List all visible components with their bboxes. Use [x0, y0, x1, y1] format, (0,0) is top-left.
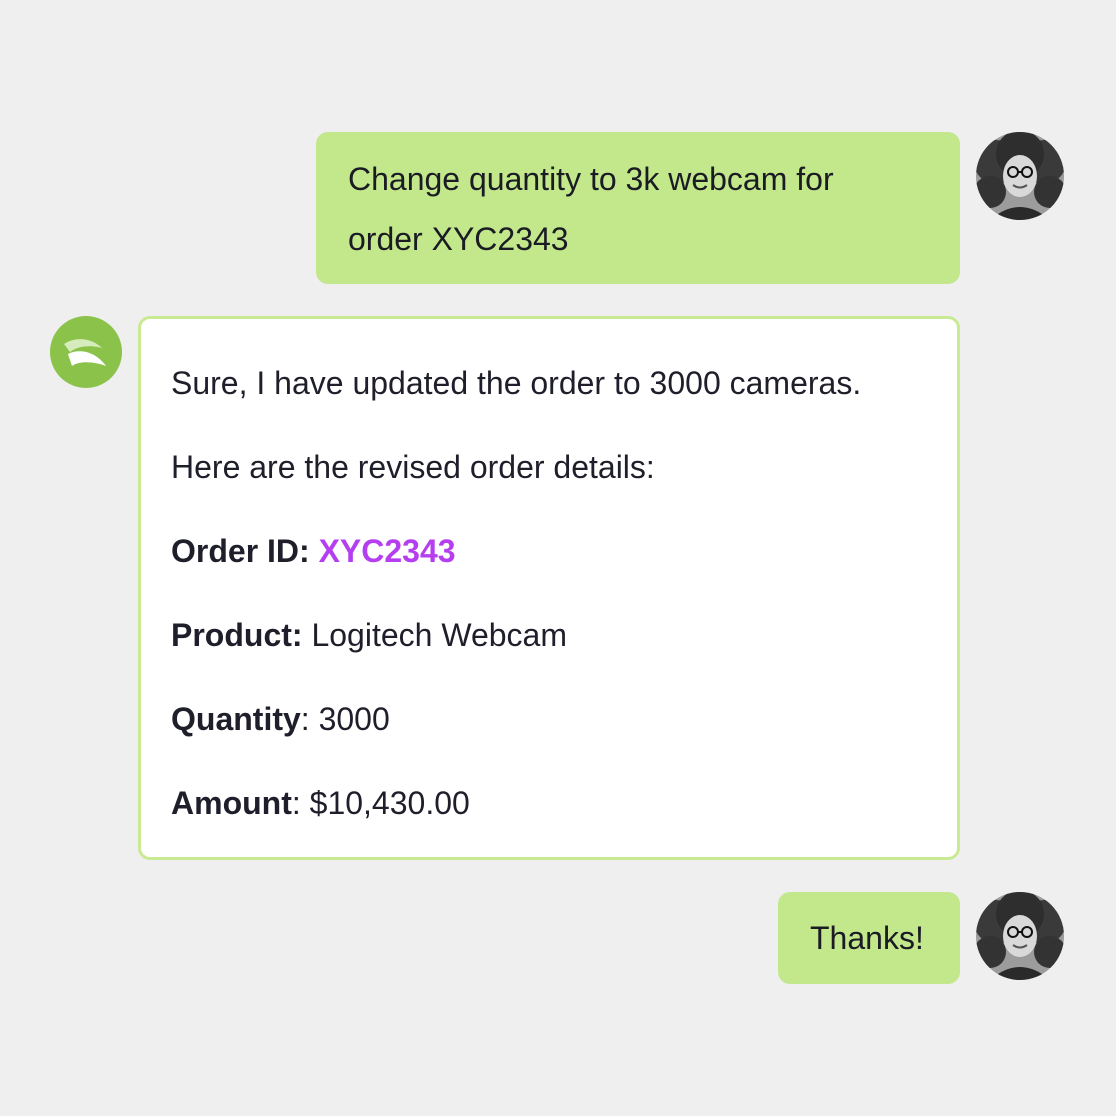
product-row: Product: Logitech Webcam [171, 605, 957, 689]
user-avatar-icon [976, 892, 1064, 980]
bot-logo-icon [50, 316, 122, 388]
quantity-row: Quantity: 3000 [171, 689, 957, 773]
order-id-row: Order ID: XYC2343 [171, 521, 957, 605]
bot-details-heading: Here are the revised order details: [171, 449, 655, 485]
order-id-label: Order ID: [171, 533, 310, 569]
user-message-line: Change quantity to 3k webcam for [348, 161, 834, 197]
order-id-value: XYC2343 [318, 533, 456, 569]
user-message-bubble: Change quantity to 3k webcam for order X… [316, 132, 960, 284]
amount-row: Amount: $10,430.00 [171, 773, 957, 857]
user-avatar-icon [976, 132, 1064, 220]
quantity-label: Quantity [171, 701, 301, 737]
quantity-value: : 3000 [300, 701, 390, 737]
user-message-line: Thanks! [810, 920, 924, 956]
amount-label: Amount [171, 785, 292, 821]
user-message-line: order XYC2343 [348, 221, 569, 257]
bot-message-bubble: Sure, I have updated the order to 3000 c… [138, 316, 960, 860]
user-message-bubble: Thanks! [778, 892, 960, 984]
product-value: Logitech Webcam [311, 617, 567, 653]
amount-value: : $10,430.00 [291, 785, 470, 821]
bot-intro-text: Sure, I have updated the order to 3000 c… [171, 365, 862, 401]
product-label: Product: [171, 617, 303, 653]
